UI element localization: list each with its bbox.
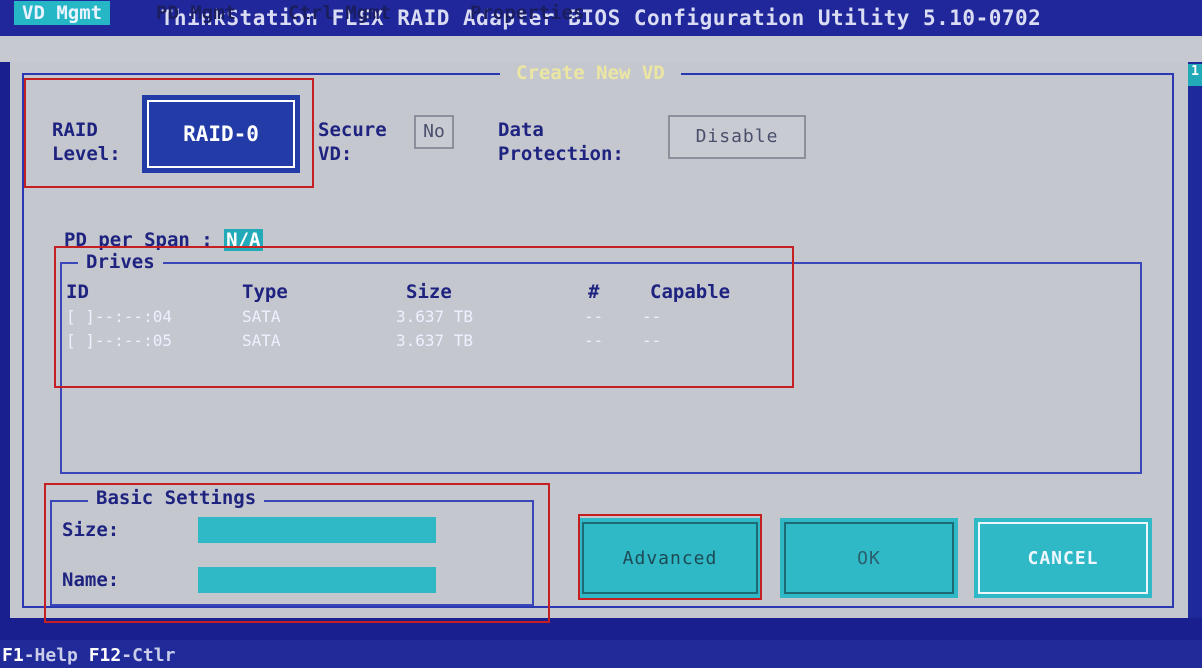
cancel-button[interactable]: CANCEL bbox=[974, 518, 1152, 598]
menu-bar bbox=[0, 36, 1202, 62]
ok-button[interactable]: OK bbox=[780, 518, 958, 598]
status-help: F1-Help F12-Ctlr bbox=[2, 645, 175, 666]
menu-properties[interactable]: Properties bbox=[470, 1, 584, 25]
f1-text: -Help bbox=[23, 645, 89, 666]
highlight-raid-level bbox=[24, 78, 314, 188]
data-protection-button[interactable]: Disable bbox=[668, 115, 806, 159]
data-protection-label: Data Protection: bbox=[498, 119, 624, 165]
cancel-button-label: CANCEL bbox=[978, 522, 1148, 594]
menu-vd-mgmt[interactable]: VD Mgmt bbox=[14, 1, 111, 25]
secure-vd-label: Secure VD: bbox=[318, 119, 387, 165]
scroll-strip bbox=[1188, 62, 1202, 618]
secure-vd-button[interactable]: No bbox=[414, 115, 454, 149]
f12-text: -Ctlr bbox=[121, 645, 176, 666]
menu-ctrl-mgmt[interactable]: Ctrl Mgmt bbox=[288, 1, 391, 25]
ok-button-label: OK bbox=[784, 522, 954, 594]
panel-title: Create New VD bbox=[500, 62, 681, 84]
f1-key: F1 bbox=[2, 645, 24, 666]
f12-key: F12 bbox=[88, 645, 122, 666]
status-bar bbox=[0, 640, 1202, 668]
highlight-drives bbox=[54, 246, 794, 388]
highlight-basic-settings bbox=[44, 483, 550, 623]
menu-pd-mgmt[interactable]: PD Mgmt bbox=[156, 1, 236, 25]
highlight-advanced bbox=[578, 514, 762, 600]
scroll-indicator: 1 bbox=[1188, 64, 1202, 86]
